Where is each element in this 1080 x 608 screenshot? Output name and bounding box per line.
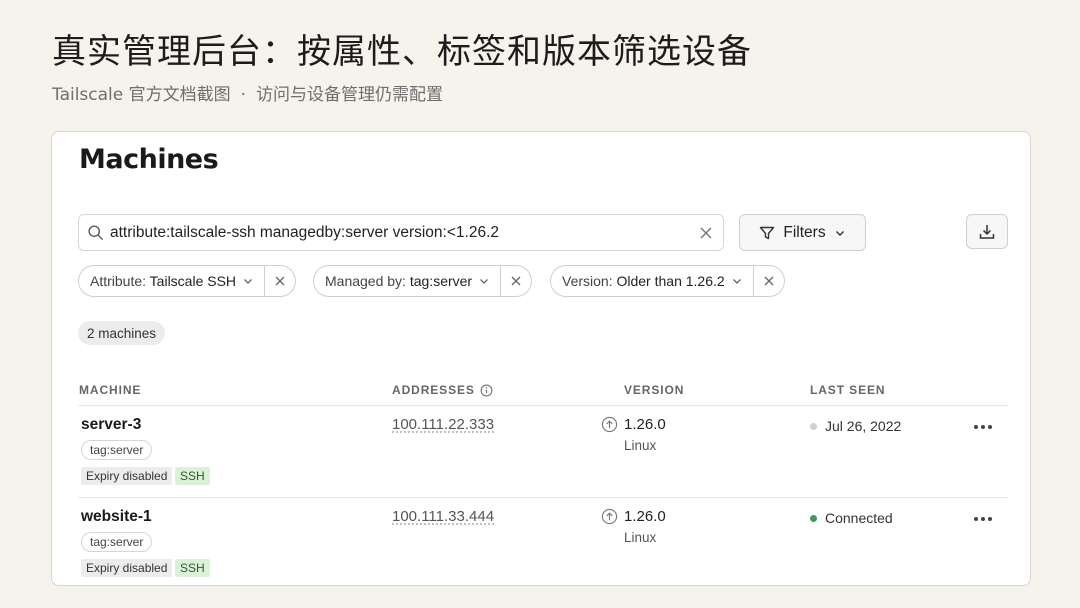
column-header-addresses[interactable]: ADDRESSES [392, 383, 493, 397]
search-input[interactable] [110, 217, 699, 248]
tag-pill: tag:server [81, 532, 153, 552]
os-label: Linux [624, 530, 657, 545]
tag-pill: tag:server [81, 440, 153, 460]
divider [78, 405, 1008, 406]
chip-value: tag:server [409, 273, 473, 289]
remove-filter-button[interactable] [752, 266, 784, 296]
machines-panel: Machines Filters Attribute: Tailscale SS… [51, 131, 1031, 586]
ssh-badge: SSH [175, 559, 210, 577]
connected-dot [810, 515, 817, 522]
close-icon [511, 276, 521, 286]
chip-value: Older than 1.26.2 [616, 273, 725, 289]
address-link[interactable]: 100.111.33.444 [392, 508, 494, 525]
filter-chip-version[interactable]: Version: Older than 1.26.2 [550, 265, 785, 297]
close-icon [764, 276, 774, 286]
chevron-down-icon [835, 230, 844, 236]
column-header-version[interactable]: VERSION [624, 383, 684, 397]
status-dot [810, 423, 817, 430]
remove-filter-button[interactable] [500, 266, 531, 296]
expiry-badge: Expiry disabled [81, 559, 173, 577]
result-count-badge: 2 machines [78, 321, 166, 345]
chevron-down-icon [480, 279, 489, 284]
ssh-badge: SSH [175, 467, 210, 485]
subtitle-note: 访问与设备管理仍需配置 [256, 85, 444, 105]
chip-dropdown[interactable]: Managed by: tag:server [314, 266, 500, 296]
chip-dropdown[interactable]: Attribute: Tailscale SSH [79, 266, 264, 296]
divider [78, 497, 1008, 498]
remove-filter-button[interactable] [264, 266, 295, 296]
chip-key: Version: [562, 273, 613, 289]
filter-chip-managed-by[interactable]: Managed by: tag:server [313, 265, 533, 297]
version-number: 1.26.0 [624, 416, 666, 433]
more-options-icon[interactable] [973, 516, 993, 522]
clear-search-icon[interactable] [699, 226, 713, 240]
search-icon [88, 225, 103, 240]
chip-dropdown[interactable]: Version: Older than 1.26.2 [551, 266, 753, 296]
search-box[interactable] [78, 214, 724, 251]
machine-name-link[interactable]: server-3 [81, 416, 141, 434]
close-icon [275, 276, 285, 286]
address-link[interactable]: 100.111.22.333 [392, 416, 494, 433]
version-number: 1.26.0 [624, 508, 666, 525]
page-title: Machines [79, 144, 219, 175]
column-header-last-seen[interactable]: LAST SEEN [810, 383, 885, 397]
filter-chip-attribute[interactable]: Attribute: Tailscale SSH [78, 265, 297, 297]
slide-subtitle: Tailscale 官方文档截图 · 访问与设备管理仍需配置 [52, 80, 443, 105]
chip-key: Managed by: [325, 273, 406, 289]
chip-value: Tailscale SSH [149, 273, 237, 289]
update-available-icon [601, 508, 618, 525]
os-label: Linux [624, 438, 657, 453]
info-icon[interactable] [480, 384, 493, 397]
filters-button[interactable]: Filters [739, 214, 866, 251]
subtitle-source: Tailscale 官方文档截图 [52, 85, 231, 105]
more-options-icon[interactable] [973, 424, 993, 430]
chip-key: Attribute: [90, 273, 147, 289]
slide-title: 真实管理后台：按属性、标签和版本筛选设备 [52, 32, 752, 72]
filter-icon [760, 226, 775, 239]
download-icon [979, 224, 995, 239]
machine-name-link[interactable]: website-1 [81, 508, 152, 526]
download-button[interactable] [966, 214, 1008, 249]
last-seen-text: Jul 26, 2022 [825, 418, 902, 434]
chevron-down-icon [732, 279, 741, 284]
last-seen-text: Connected [825, 510, 893, 526]
update-available-icon [601, 416, 618, 433]
column-header-machine[interactable]: MACHINE [79, 383, 141, 397]
subtitle-separator: · [240, 85, 247, 105]
expiry-badge: Expiry disabled [81, 467, 173, 485]
chevron-down-icon [244, 279, 253, 284]
column-header-label: ADDRESSES [392, 383, 475, 397]
filters-label: Filters [783, 223, 826, 241]
